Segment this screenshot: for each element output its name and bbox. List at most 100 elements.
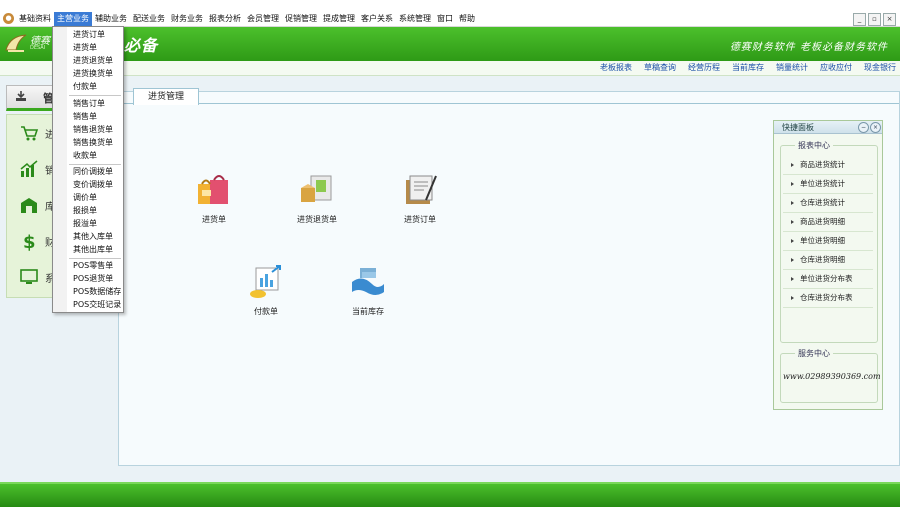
triangle-bullet-icon bbox=[791, 163, 794, 167]
download-icon bbox=[16, 91, 26, 101]
menu-commission[interactable]: 提成管理 bbox=[320, 12, 358, 26]
dd-same-price-transfer[interactable]: 同价调拨单 bbox=[73, 165, 113, 178]
dd-overflow-report[interactable]: 报溢单 bbox=[73, 217, 97, 230]
dd-sales-exchange[interactable]: 销售换货单 bbox=[73, 136, 113, 149]
report-center-label: 报表中心 bbox=[795, 140, 833, 151]
menu-aux-business[interactable]: 辅助业务 bbox=[92, 12, 130, 26]
dd-pos-retail[interactable]: POS零售单 bbox=[73, 259, 113, 272]
tab-underline bbox=[119, 103, 899, 104]
restore-button[interactable]: ▫ bbox=[868, 13, 881, 26]
report-link-label: 商品进货明细 bbox=[800, 217, 845, 226]
report-link[interactable]: 仓库进货明细 bbox=[783, 251, 873, 270]
report-center-group: 报表中心 商品进货统计 单位进货统计 仓库进货统计 商品进货明细 单位进货明细 … bbox=[780, 140, 878, 343]
menu-main-business[interactable]: 主营业务 bbox=[54, 12, 92, 26]
menu-finance[interactable]: 财务业务 bbox=[168, 12, 206, 26]
dollar-icon: $ bbox=[23, 232, 36, 251]
dd-loss-report[interactable]: 报损单 bbox=[73, 204, 97, 217]
report-link[interactable]: 单位进货明细 bbox=[783, 232, 873, 251]
menu-crm[interactable]: 客户关系 bbox=[358, 12, 396, 26]
dropdown-gutter bbox=[53, 27, 67, 312]
module-label: 付款单 bbox=[254, 307, 278, 316]
dd-sales-form[interactable]: 销售单 bbox=[73, 110, 97, 123]
svg-text:$: $ bbox=[23, 232, 36, 251]
dd-pos-return[interactable]: POS退货单 bbox=[73, 272, 113, 285]
report-link-label: 仓库进货分布表 bbox=[800, 293, 853, 302]
quick-panel: 快捷面板 − × 报表中心 商品进货统计 单位进货统计 仓库进货统计 商品进货明… bbox=[773, 120, 883, 410]
menu-help[interactable]: 帮助 bbox=[456, 12, 478, 26]
triangle-bullet-icon bbox=[791, 277, 794, 281]
menu-reports[interactable]: 报表分析 bbox=[206, 12, 244, 26]
report-link-label: 单位进货明细 bbox=[800, 236, 845, 245]
module-label: 进货订单 bbox=[404, 215, 436, 224]
report-link[interactable]: 单位进货统计 bbox=[783, 175, 873, 194]
dd-pos-shift-record[interactable]: POS交班记录 bbox=[73, 298, 121, 311]
bottom-bar bbox=[0, 482, 900, 507]
quick-link-cash-bank[interactable]: 现金银行 bbox=[864, 61, 896, 75]
stock-cash-icon bbox=[352, 268, 384, 295]
report-link[interactable]: 商品进货统计 bbox=[783, 156, 873, 175]
module-purchase-return[interactable]: 进货退货单 bbox=[282, 170, 352, 230]
menu-members[interactable]: 会员管理 bbox=[244, 12, 282, 26]
report-link[interactable]: 仓库进货统计 bbox=[783, 194, 873, 213]
cart-icon bbox=[21, 126, 39, 141]
quick-link-draft-query[interactable]: 草稿查询 bbox=[644, 61, 676, 75]
return-box-icon bbox=[301, 175, 332, 202]
quick-link-current-stock[interactable]: 当前库存 bbox=[732, 61, 764, 75]
minimize-button[interactable]: _ bbox=[853, 13, 866, 26]
content-panel: 进货管理 进货单 进货退货单 进货订单 付款单 当前库存 快捷面板 − × 报表… bbox=[118, 88, 900, 466]
triangle-bullet-icon bbox=[791, 220, 794, 224]
module-purchase-order-form[interactable]: 进货单 bbox=[179, 170, 249, 230]
module-purchase-order[interactable]: 进货订单 bbox=[385, 170, 455, 230]
dd-other-inbound[interactable]: 其他入库单 bbox=[73, 230, 113, 243]
dropdown-separator bbox=[69, 95, 121, 96]
dd-sales-return[interactable]: 销售退货单 bbox=[73, 123, 113, 136]
module-label: 进货单 bbox=[202, 215, 226, 224]
logo-mark-icon bbox=[5, 34, 27, 52]
chart-up-icon bbox=[20, 160, 38, 177]
menu-basic-data[interactable]: 基础资料 bbox=[16, 12, 54, 26]
quick-link-sales-stats[interactable]: 销量统计 bbox=[776, 61, 808, 75]
report-link[interactable]: 单位进货分布表 bbox=[783, 270, 873, 289]
report-link-label: 仓库进货明细 bbox=[800, 255, 845, 264]
report-link-label: 单位进货分布表 bbox=[800, 274, 853, 283]
dd-purchase-exchange[interactable]: 进货换货单 bbox=[73, 67, 113, 80]
close-button[interactable]: × bbox=[883, 13, 896, 26]
banner: 德赛 DESAI 必备 德赛财务软件 老板必备财务软件 bbox=[0, 27, 900, 61]
quick-link-receivables[interactable]: 应收应付 bbox=[820, 61, 852, 75]
tab-purchase-management[interactable]: 进货管理 bbox=[133, 88, 199, 105]
report-link-label: 商品进货统计 bbox=[800, 160, 845, 169]
quick-link-bar: 老板报表 草稿查询 经营历程 当前库存 销量统计 应收应付 现金银行 bbox=[0, 61, 900, 76]
menu-window[interactable]: 窗口 bbox=[434, 12, 456, 26]
service-contact[interactable]: www.02989390369.com bbox=[783, 372, 881, 381]
quick-link-business-history[interactable]: 经营历程 bbox=[688, 61, 720, 75]
report-link[interactable]: 仓库进货分布表 bbox=[783, 289, 873, 308]
module-payment[interactable]: 付款单 bbox=[231, 262, 301, 322]
dd-variable-price-transfer[interactable]: 变价调拨单 bbox=[73, 178, 113, 191]
menu-delivery[interactable]: 配送业务 bbox=[130, 12, 168, 26]
banner-slogan: 德赛财务软件 老板必备财务软件 bbox=[729, 42, 888, 53]
quick-link-boss-report[interactable]: 老板报表 bbox=[600, 61, 632, 75]
menu-promotion[interactable]: 促销管理 bbox=[282, 12, 320, 26]
dd-sales-order[interactable]: 销售订单 bbox=[73, 97, 105, 110]
dd-purchase-return[interactable]: 进货退货单 bbox=[73, 54, 113, 67]
triangle-bullet-icon bbox=[791, 258, 794, 262]
dd-purchase-form[interactable]: 进货单 bbox=[73, 41, 97, 54]
quick-panel-title: 快捷面板 bbox=[782, 123, 814, 132]
report-link[interactable]: 商品进货明细 bbox=[783, 213, 873, 232]
dd-purchase-order[interactable]: 进货订单 bbox=[73, 28, 105, 41]
triangle-bullet-icon bbox=[791, 182, 794, 186]
module-current-stock[interactable]: 当前库存 bbox=[333, 262, 403, 322]
module-label: 当前库存 bbox=[352, 307, 384, 316]
dd-price-adjust[interactable]: 调价单 bbox=[73, 191, 97, 204]
quick-panel-title-bar: 快捷面板 − × bbox=[774, 121, 882, 134]
collapse-icon[interactable]: − bbox=[858, 122, 869, 133]
dd-payment[interactable]: 付款单 bbox=[73, 80, 97, 93]
dd-receipt[interactable]: 收款单 bbox=[73, 149, 97, 162]
close-icon[interactable]: × bbox=[870, 122, 881, 133]
menu-system[interactable]: 系统管理 bbox=[396, 12, 434, 26]
dd-pos-data-storage[interactable]: POS数据储存 bbox=[73, 285, 121, 298]
menu-items: 基础资料 主营业务 辅助业务 配送业务 财务业务 报表分析 会员管理 促销管理 … bbox=[16, 12, 478, 26]
dd-other-outbound[interactable]: 其他出库单 bbox=[73, 243, 113, 256]
app-icon[interactable]: ● bbox=[3, 13, 14, 24]
main-business-dropdown: 进货订单 进货单 进货退货单 进货换货单 付款单 销售订单 销售单 销售退货单 … bbox=[52, 26, 124, 313]
